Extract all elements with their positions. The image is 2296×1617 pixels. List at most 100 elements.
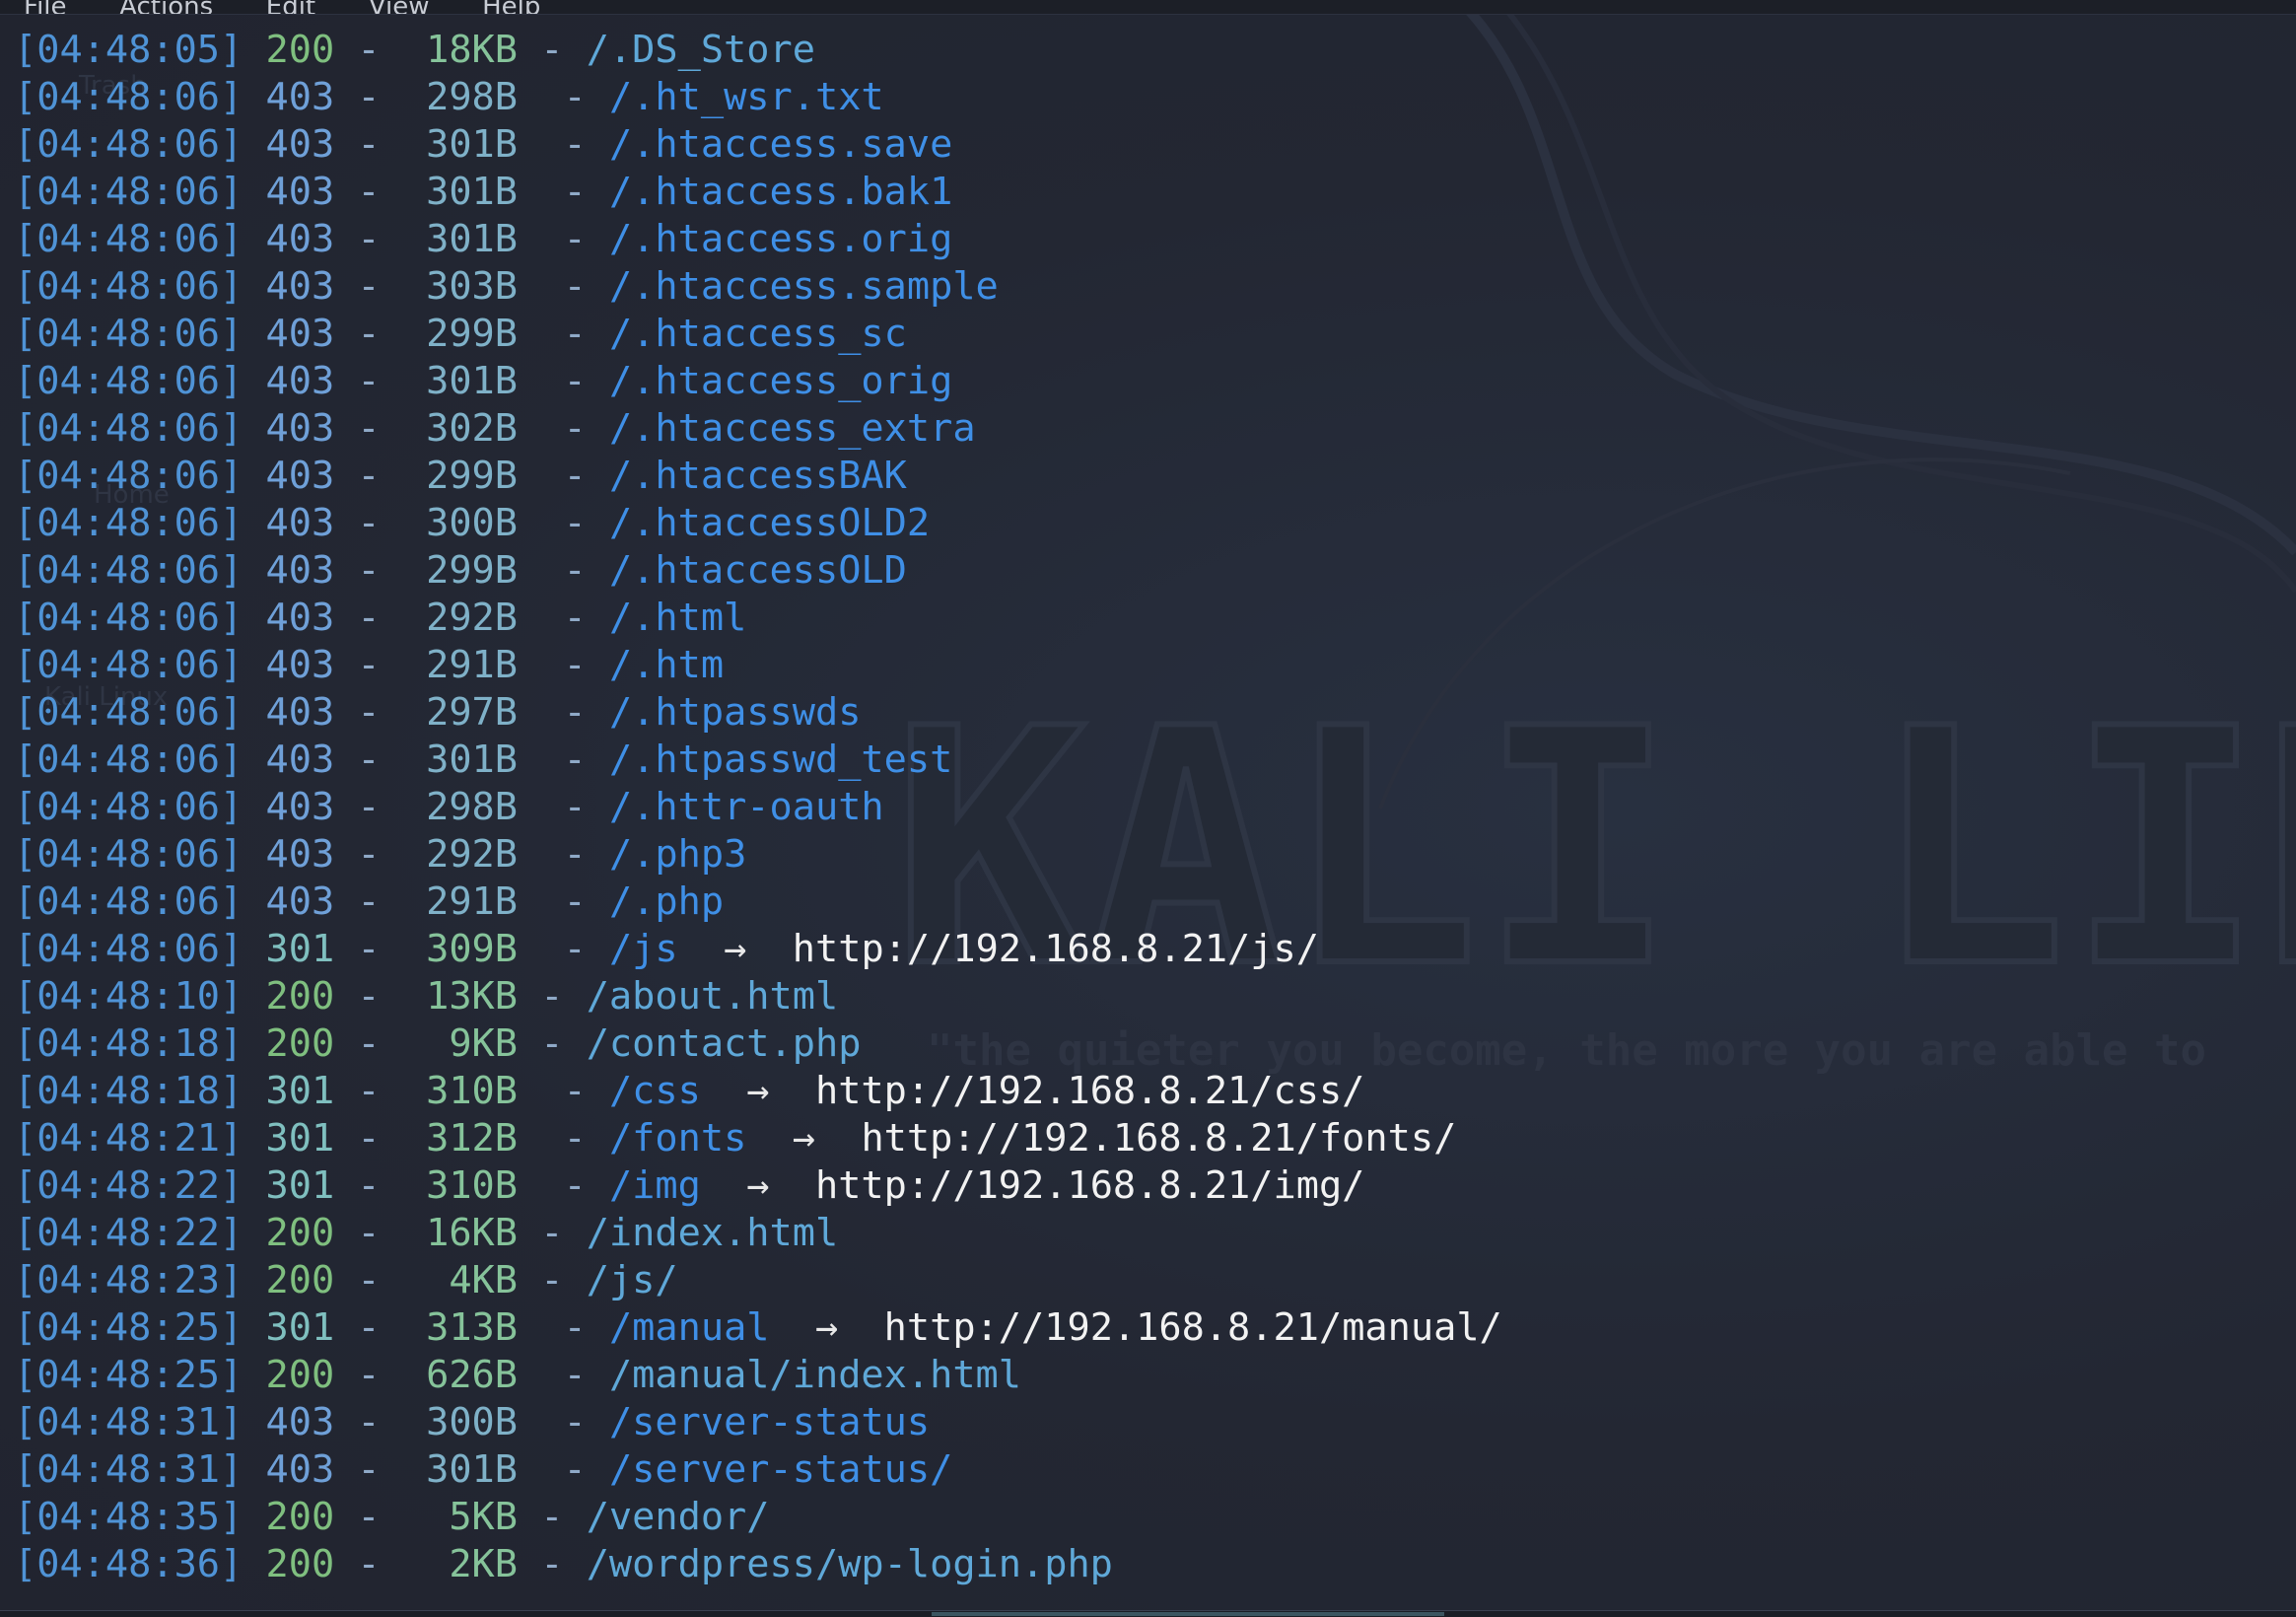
log-path[interactable]: /.htaccess_sc <box>609 312 907 356</box>
log-size: 301B <box>426 738 519 782</box>
log-timestamp: [04:48:06] <box>14 596 244 640</box>
log-line: [04:48:06] 403 - 298B - /.ht_wsr.txt <box>14 75 884 119</box>
log-path[interactable]: /.htaccessBAK <box>609 454 907 498</box>
log-timestamp: [04:48:05] <box>14 28 244 72</box>
log-redirect-target[interactable]: http://192.168.8.21/manual/ <box>884 1305 1502 1350</box>
log-path[interactable]: /.htpasswds <box>609 690 862 735</box>
scrollbar-thumb[interactable] <box>932 1612 1444 1616</box>
log-path[interactable]: /.htaccess_extra <box>609 406 976 451</box>
log-path[interactable]: /manual/index.html <box>609 1353 1021 1397</box>
log-path[interactable]: /.ht_wsr.txt <box>609 75 884 119</box>
log-timestamp: [04:48:18] <box>14 1069 244 1113</box>
log-line: [04:48:06] 403 - 301B - /.htaccess.save <box>14 122 953 167</box>
log-status-code: 301 <box>265 1069 335 1113</box>
log-line: [04:48:06] 403 - 300B - /.htaccessOLD2 <box>14 501 931 545</box>
log-size: 298B <box>426 785 519 829</box>
menu-file[interactable]: File <box>0 0 89 14</box>
log-status-code: 403 <box>265 217 335 261</box>
log-path[interactable]: /index.html <box>587 1211 839 1255</box>
log-size: 299B <box>426 312 519 356</box>
log-size: 13KB <box>426 974 519 1019</box>
log-path[interactable]: /.htaccess.orig <box>609 217 952 261</box>
log-line: [04:48:06] 403 - 298B - /.httr-oauth <box>14 785 884 829</box>
log-path[interactable]: /.htaccess.bak1 <box>609 170 952 214</box>
log-status-code: 200 <box>265 1542 335 1586</box>
log-path[interactable]: /.html <box>609 596 746 640</box>
log-line: [04:48:25] 301 - 313B - /manual → http:/… <box>14 1305 1502 1350</box>
log-timestamp: [04:48:06] <box>14 501 244 545</box>
log-size: 301B <box>426 170 519 214</box>
log-status-code: 403 <box>265 75 335 119</box>
menu-edit[interactable]: Edit <box>244 0 337 14</box>
log-size: 297B <box>426 690 519 735</box>
terminal-output[interactable]: [04:48:05] 200 - 18KB - /.DS_Store [04:48… <box>14 27 2296 1588</box>
log-status-code: 200 <box>265 974 335 1019</box>
log-path[interactable]: /about.html <box>587 974 839 1019</box>
log-path[interactable]: /vendor/ <box>587 1495 770 1539</box>
log-path[interactable]: /.htaccessOLD <box>609 548 907 593</box>
log-status-code: 403 <box>265 406 335 451</box>
log-path[interactable]: /fonts <box>609 1116 746 1160</box>
log-line: [04:48:21] 301 - 312B - /fonts → http://… <box>14 1116 1457 1160</box>
log-line: [04:48:06] 403 - 301B - /.htpasswd_test <box>14 738 953 782</box>
log-status-code: 403 <box>265 785 335 829</box>
log-status-code: 403 <box>265 312 335 356</box>
log-size: 291B <box>426 643 519 687</box>
horizontal-scrollbar[interactable] <box>0 1610 2296 1617</box>
log-line: [04:48:06] 403 - 292B - /.html <box>14 596 747 640</box>
menu-help[interactable]: Help <box>460 0 562 14</box>
log-path[interactable]: /js/ <box>587 1258 678 1302</box>
log-size: 9KB <box>449 1021 519 1066</box>
log-timestamp: [04:48:06] <box>14 406 244 451</box>
log-path[interactable]: /contact.php <box>587 1021 862 1066</box>
log-size: 301B <box>426 217 519 261</box>
log-size: 301B <box>426 122 519 167</box>
log-size: 309B <box>426 927 519 971</box>
log-path[interactable]: /.php3 <box>609 832 746 877</box>
log-line: [04:48:35] 200 - 5KB - /vendor/ <box>14 1495 770 1539</box>
log-timestamp: [04:48:22] <box>14 1163 244 1208</box>
log-timestamp: [04:48:06] <box>14 264 244 309</box>
log-path[interactable]: /server-status <box>609 1400 930 1444</box>
log-path[interactable]: /manual <box>609 1305 770 1350</box>
log-status-code: 301 <box>265 1116 335 1160</box>
log-status-code: 403 <box>265 359 335 403</box>
log-timestamp: [04:48:31] <box>14 1400 244 1444</box>
menu-view[interactable]: View <box>347 0 452 14</box>
log-size: 16KB <box>426 1211 519 1255</box>
log-line: [04:48:06] 403 - 301B - /.htaccess.orig <box>14 217 953 261</box>
terminal-menu-bar: File Actions Edit View Help <box>0 0 2296 15</box>
log-path[interactable]: /.htaccessOLD2 <box>609 501 930 545</box>
log-redirect-target[interactable]: http://192.168.8.21/css/ <box>815 1069 1364 1113</box>
log-redirect-target[interactable]: http://192.168.8.21/js/ <box>793 927 1319 971</box>
log-redirect-target[interactable]: http://192.168.8.21/fonts/ <box>861 1116 1456 1160</box>
log-path[interactable]: /.htpasswd_test <box>609 738 952 782</box>
log-path[interactable]: /.htm <box>609 643 724 687</box>
log-status-code: 403 <box>265 596 335 640</box>
log-path[interactable]: /.htaccess.save <box>609 122 952 167</box>
log-timestamp: [04:48:06] <box>14 927 244 971</box>
log-size: 310B <box>426 1069 519 1113</box>
log-line: [04:48:25] 200 - 626B - /manual/index.ht… <box>14 1353 1022 1397</box>
log-line: [04:48:18] 301 - 310B - /css → http://19… <box>14 1069 1365 1113</box>
log-redirect-target[interactable]: http://192.168.8.21/img/ <box>815 1163 1364 1208</box>
log-path[interactable]: /wordpress/wp-login.php <box>587 1542 1113 1586</box>
log-timestamp: [04:48:25] <box>14 1353 244 1397</box>
log-status-code: 200 <box>265 1211 335 1255</box>
log-timestamp: [04:48:22] <box>14 1211 244 1255</box>
log-size: 301B <box>426 1447 519 1492</box>
log-line: [04:48:06] 403 - 303B - /.htaccess.sampl… <box>14 264 999 309</box>
menu-actions[interactable]: Actions <box>98 0 235 14</box>
log-line: [04:48:06] 403 - 301B - /.htaccess_orig <box>14 359 953 403</box>
log-path[interactable]: /.htaccess_orig <box>609 359 952 403</box>
log-path[interactable]: /server-status/ <box>609 1447 952 1492</box>
log-path[interactable]: /js <box>609 927 678 971</box>
log-path[interactable]: /css <box>609 1069 701 1113</box>
log-path[interactable]: /.htaccess.sample <box>609 264 999 309</box>
log-path[interactable]: /.DS_Store <box>587 28 815 72</box>
log-path[interactable]: /.httr-oauth <box>609 785 884 829</box>
log-status-code: 403 <box>265 832 335 877</box>
log-timestamp: [04:48:36] <box>14 1542 244 1586</box>
log-path[interactable]: /img <box>609 1163 701 1208</box>
log-path[interactable]: /.php <box>609 879 724 924</box>
